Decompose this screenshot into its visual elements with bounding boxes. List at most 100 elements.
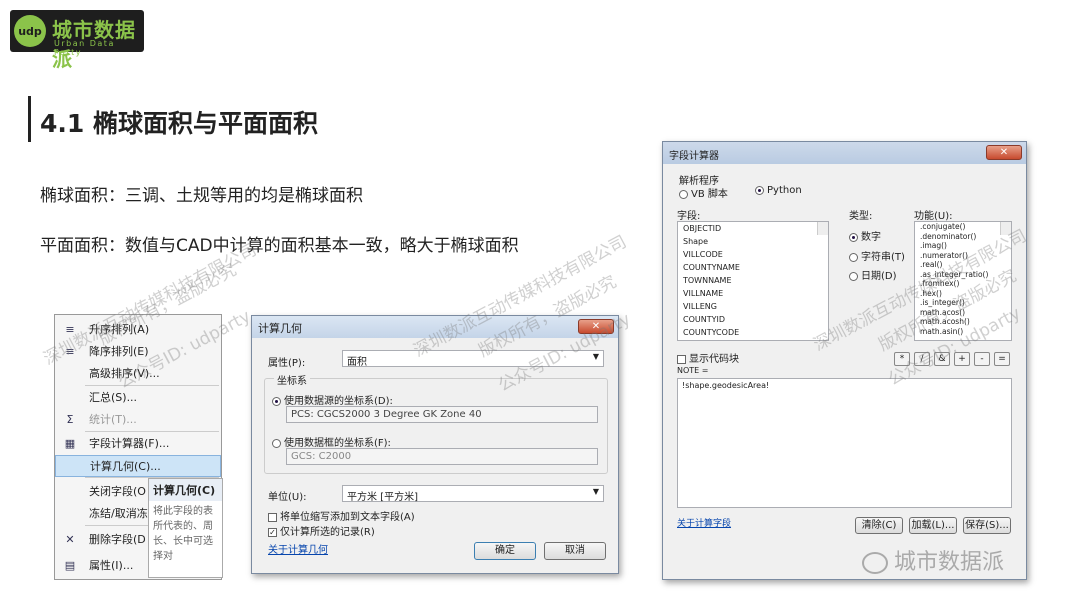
operator-button[interactable]: * [894,352,910,366]
expression-input[interactable]: !shape.geodesicArea! [677,378,1012,508]
title-accent-bar [28,96,31,142]
menu-item-label: 属性(I)... [89,559,134,572]
clear-button[interactable]: 清除(C) [855,517,903,534]
logo-subtitle: Urban Data Party [54,39,115,57]
delete-icon: ✕ [65,533,75,546]
save-button[interactable]: 保存(S)... [963,517,1011,534]
menu-item[interactable]: ≡ 升序排列(A) [55,319,221,341]
menu-item[interactable]: 计算几何(C)... [55,455,221,477]
radio-off-icon [849,271,858,281]
menu-item-label: 冻结/取消冻 [89,507,148,520]
operator-button[interactable]: = [994,352,1010,366]
function-list-item[interactable]: .as_integer_ratio() [915,270,1011,280]
field-list-item[interactable]: VILLNAME [678,287,828,300]
about-calc-geometry-link[interactable]: 关于计算几何 [268,541,328,556]
source-coord-value: PCS: CGCS2000 3 Degree GK Zone 40 [286,406,598,423]
unit-label: 单位(U): [268,492,307,503]
menu-item[interactable]: 高级排序(V)... [55,363,221,385]
radio-on-icon [849,232,858,242]
planar-area-text: 平面面积：数值与CAD中计算的面积基本一致，略大于椭球面积 [40,236,519,256]
function-list-item[interactable]: math.asin() [915,327,1011,337]
scrollbar[interactable] [1000,222,1011,235]
radio-on-icon [755,185,764,195]
load-button[interactable]: 加载(L)... [909,517,957,534]
sigma-icon: Σ [66,413,74,426]
type-number-radio[interactable]: 数字 [849,228,881,243]
menu-item[interactable]: 汇总(S)... [55,387,221,409]
function-list-item[interactable]: math.acosh() [915,317,1011,327]
type-label: 类型: [849,211,873,222]
cancel-button[interactable]: 取消 [544,542,606,560]
dialog-title: 计算几何 [258,322,302,335]
ok-button[interactable]: 确定 [474,542,536,560]
function-list-item[interactable]: .fromhex() [915,279,1011,289]
menu-item[interactable]: Σ 统计(T)... [55,409,221,431]
selected-only-checkbox[interactable]: ✓ 仅计算所选的记录(R) [268,523,375,538]
field-list-item[interactable]: VILLCODE [678,248,828,261]
property-select[interactable]: 面积 ▼ [342,350,604,368]
dialog-title: 字段计算器 [669,151,719,162]
coordinate-group-label: 坐标系 [274,372,310,387]
footer-brand: 城市数据派 [862,544,1004,576]
field-list-item[interactable]: COUNTYNAME [678,261,828,274]
menu-separator [85,431,219,432]
function-list-item[interactable]: .denominator() [915,232,1011,242]
sort-descending-icon: ≡ [65,345,75,358]
operator-button[interactable]: + [954,352,970,366]
use-frame-radio[interactable]: 使用数据框的坐标系(F): [272,434,391,449]
field-list-item[interactable]: TOWNNAME [678,274,828,287]
field-list-item[interactable]: COUNTYID [678,313,828,326]
scrollbar[interactable] [817,222,828,235]
function-list-item[interactable]: .hex() [915,289,1011,299]
field-list-item[interactable]: VILLENG [678,300,828,313]
menu-item-label: 关闭字段(O [89,485,146,498]
fields-list[interactable]: OBJECTID Shape VILLCODE COUNTYNAME TOWNNAME V… [677,221,829,341]
chevron-down-icon: ▼ [592,487,599,496]
sort-ascending-icon: ≡ [65,323,75,336]
menu-item[interactable]: ▦ 字段计算器(F)... [55,433,221,455]
function-list-item[interactable]: .conjugate() [915,222,1011,232]
about-calc-field-link[interactable]: 关于计算字段 [677,516,731,529]
tooltip-title: 计算几何(C) [149,479,222,501]
field-list-item[interactable]: Shape [678,235,828,248]
slide-title: 4.1 椭球面积与平面面积 [40,109,318,138]
menu-item-label: 高级排序(V)... [89,367,160,380]
show-codeblock-checkbox[interactable]: 显示代码块 [677,350,739,365]
properties-icon: ▤ [64,559,76,572]
add-unit-checkbox[interactable]: 将单位缩写添加到文本字段(A) [268,508,415,523]
unit-select[interactable]: 平方米 [平方米] ▼ [342,485,604,503]
functions-label: 功能(U): [914,211,953,222]
menu-item[interactable]: ≡ 降序排列(E) [55,341,221,363]
field-list-item[interactable]: OBJECTID [678,222,828,235]
functions-list[interactable]: .conjugate() .denominator() .imag() .numera… [914,221,1012,341]
menu-separator [85,385,219,386]
ellipsoid-area-text: 椭球面积：三调、土规等用的均是椭球面积 [40,186,363,206]
note-label: NOTE = [677,366,709,375]
logo-mark: udp [14,15,46,47]
menu-item-label: 升序排列(A) [89,323,150,336]
parser-python-radio[interactable]: Python [755,185,802,196]
use-source-radio[interactable]: 使用数据源的坐标系(D): [272,392,393,407]
type-date-radio[interactable]: 日期(D) [849,267,897,282]
function-list-item[interactable]: math.acos() [915,308,1011,318]
checkbox-icon [268,512,277,522]
calculator-icon: ▦ [64,437,76,450]
close-button[interactable]: ✕ [986,145,1022,160]
field-list-item[interactable]: COUNTYCODE [678,326,828,339]
operator-button[interactable]: - [974,352,990,366]
menu-item-label: 降序排列(E) [89,345,149,358]
operator-button[interactable]: & [934,352,950,366]
parser-vb-radio[interactable]: VB 脚本 [679,185,728,200]
close-button[interactable]: ✕ [578,319,614,334]
fields-label: 字段: [677,211,701,222]
menu-item-label: 汇总(S)... [89,391,138,404]
function-list-item[interactable]: .numerator() [915,251,1011,261]
function-list-item[interactable]: .real() [915,260,1011,270]
operator-button[interactable]: / [914,352,930,366]
menu-tooltip: 计算几何(C) 将此字段的表所代表的、周长、长中可选择对 [148,478,223,578]
function-list-item[interactable]: .imag() [915,241,1011,251]
type-string-radio[interactable]: 字符串(T) [849,248,905,263]
radio-off-icon [272,438,281,448]
wechat-icon [862,552,888,574]
function-list-item[interactable]: .is_integer() [915,298,1011,308]
